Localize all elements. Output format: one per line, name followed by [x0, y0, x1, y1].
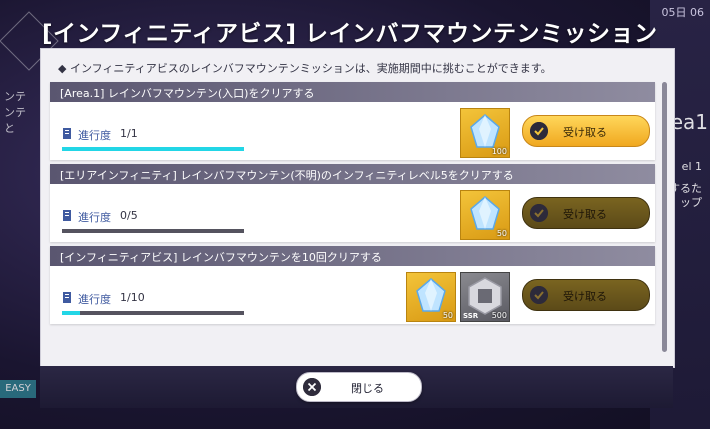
mission-list[interactable]: [Area.1] レインバフマウンテン(入口)をクリアする 進行度 1/1 10… [50, 80, 655, 354]
reward-rarity-badge: SSR [463, 312, 479, 320]
progress-icon [63, 292, 71, 303]
close-icon [303, 378, 321, 396]
progress-icon [63, 210, 71, 221]
scrollbar[interactable] [662, 82, 667, 352]
claim-label: 受け取る [563, 126, 607, 139]
check-icon [530, 122, 548, 140]
mission-title: [エリアインフィニティ] レインバフマウンテン(不明)のインフィニティレベル5を… [60, 169, 514, 182]
background-left-text: ンテ [4, 90, 26, 103]
mission-row: [エリアインフィニティ] レインバフマウンテン(不明)のインフィニティレベル5を… [50, 164, 655, 242]
check-icon [530, 286, 548, 304]
mission-title: [Area.1] レインバフマウンテン(入口)をクリアする [60, 87, 315, 100]
progress-bar [62, 311, 244, 315]
progress-value: 1/10 [120, 291, 145, 304]
progress-icon [63, 128, 71, 139]
mission-info-text: ◆ インフィニティアビスのレインバフマウンテンミッションは、実施期間中に挑むこと… [58, 62, 552, 75]
background-easy-badge: EASY [0, 380, 36, 398]
reward-item[interactable]: 50 [406, 272, 456, 322]
background-desc-text-2: ップ [680, 196, 702, 209]
progress-bar [62, 229, 244, 233]
claim-button[interactable]: 受け取る [522, 279, 650, 311]
mission-row-header: [エリアインフィニティ] レインバフマウンテン(不明)のインフィニティレベル5を… [50, 164, 655, 184]
reward-item[interactable]: 50 [460, 190, 510, 240]
background-date: 05日 06 [661, 6, 705, 19]
claim-button[interactable]: 受け取る [522, 115, 650, 147]
close-label: 閉じる [351, 382, 384, 395]
mission-title: [インフィニティアビス] レインバフマウンテンを10回クリアする [60, 251, 382, 264]
progress-value: 1/1 [120, 127, 138, 140]
progress-label: 進行度 [78, 293, 111, 306]
progress-value: 0/5 [120, 209, 138, 222]
claim-button[interactable]: 受け取る [522, 197, 650, 229]
claim-label: 受け取る [563, 290, 607, 303]
mission-row-header: [インフィニティアビス] レインバフマウンテンを10回クリアする [50, 246, 655, 266]
progress-bar [62, 147, 244, 151]
check-icon [530, 204, 548, 222]
progress-label: 進行度 [78, 129, 111, 142]
reward-count: 50 [496, 229, 507, 238]
mission-row: [Area.1] レインバフマウンテン(入口)をクリアする 進行度 1/1 10… [50, 82, 655, 160]
claim-label: 受け取る [563, 208, 607, 221]
reward-item[interactable]: 100 [460, 108, 510, 158]
progress-label: 進行度 [78, 211, 111, 224]
mission-row-header: [Area.1] レインバフマウンテン(入口)をクリアする [50, 82, 655, 102]
close-button[interactable]: 閉じる [296, 372, 422, 402]
dialog-title: [インフィニティアビス] レインバフマウンテンミッション [42, 21, 658, 47]
background-left-text-3: と [4, 122, 15, 135]
reward-item[interactable]: SSR 500 [460, 272, 510, 322]
background-level-text: el 1 [681, 160, 702, 173]
reward-count: 100 [491, 147, 507, 156]
reward-count: 500 [491, 311, 507, 320]
progress-bar-fill [62, 147, 244, 151]
reward-count: 50 [442, 311, 453, 320]
progress-bar-fill [62, 311, 81, 315]
background-left-text-2: ンテ [4, 106, 26, 119]
mission-row: [インフィニティアビス] レインバフマウンテンを10回クリアする 進行度 1/1… [50, 246, 655, 324]
